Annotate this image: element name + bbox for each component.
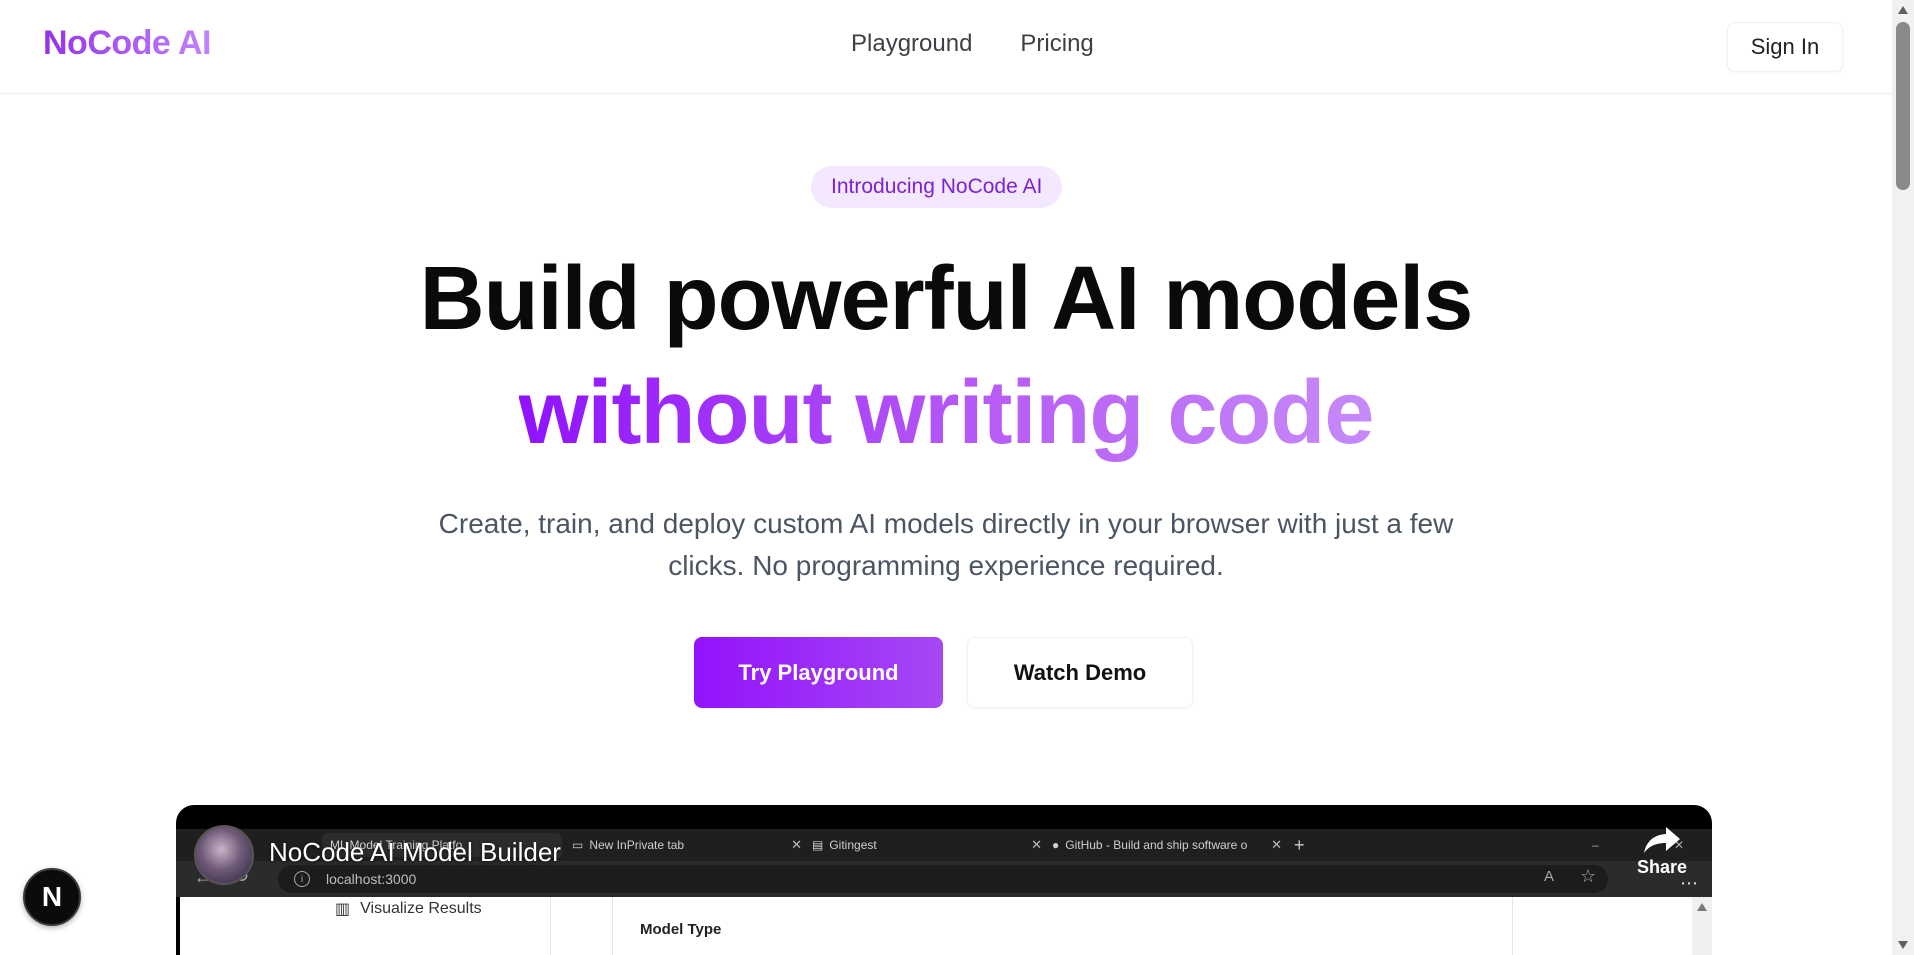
info-icon: i: [294, 871, 310, 887]
share-button[interactable]: Share: [1632, 825, 1692, 878]
hero-title-line1: Build powerful AI models: [419, 249, 1474, 349]
scrollbar-thumb[interactable]: [1896, 22, 1910, 190]
content-divider: [550, 897, 551, 955]
page-icon: ▤: [812, 838, 824, 852]
github-icon: ●: [1052, 838, 1060, 852]
hero-title-gradient-text: without writing code: [518, 363, 1375, 463]
intro-badge: Introducing NoCode AI: [811, 166, 1063, 208]
browser-tab[interactable]: ▤ Gitingest ✕: [812, 833, 1042, 857]
try-playground-button[interactable]: Try Playground: [694, 637, 943, 708]
nav-link-pricing[interactable]: Pricing: [1020, 30, 1093, 58]
hero-title-line2: without writing code: [0, 362, 1892, 465]
tab-label: New InPrivate tab: [589, 838, 685, 852]
close-tab-icon[interactable]: ✕: [1031, 837, 1042, 853]
scroll-up-icon[interactable]: [1898, 6, 1908, 14]
browser-page-content: ▥ Visualize Results Model Type: [180, 897, 1692, 955]
page-scrollbar[interactable]: [1892, 0, 1914, 955]
inprivate-tab-icon: ▭: [572, 838, 584, 852]
video-title[interactable]: NoCode AI Model Builder: [269, 837, 561, 868]
bar-chart-icon: ▥: [335, 901, 351, 918]
sidebar-item-visualize-results[interactable]: ▥ Visualize Results: [335, 899, 482, 919]
new-tab-icon[interactable]: +: [1294, 833, 1318, 857]
tab-label: GitHub - Build and ship software o: [1065, 838, 1248, 852]
minimize-icon[interactable]: –: [1592, 833, 1612, 857]
scroll-up-icon: [1697, 903, 1707, 911]
browser-tab[interactable]: ● GitHub - Build and ship software o ✕: [1052, 833, 1282, 857]
nextjs-dev-badge[interactable]: N: [23, 868, 81, 926]
close-tab-icon[interactable]: ✕: [791, 837, 802, 853]
content-divider: [612, 897, 613, 955]
more-options-icon[interactable]: ⋯: [1680, 873, 1698, 894]
browser-tab[interactable]: ▭ New InPrivate tab ✕: [572, 833, 802, 857]
read-aloud-icon[interactable]: A: [1544, 868, 1554, 885]
brand-logo[interactable]: NoCode AI: [43, 24, 212, 63]
top-navbar: NoCode AI Playground Pricing Sign In: [0, 0, 1892, 94]
demo-video-embed[interactable]: ML Model Training Platfo ▭ New InPrivate…: [176, 805, 1712, 955]
inner-scrollbar[interactable]: [1692, 897, 1712, 955]
scroll-down-icon[interactable]: [1898, 941, 1908, 949]
url-field[interactable]: i localhost:3000: [278, 865, 1608, 893]
content-divider: [1512, 897, 1513, 955]
sign-in-button[interactable]: Sign In: [1727, 22, 1843, 72]
hero-subtitle: Create, train, and deploy custom AI mode…: [438, 508, 1454, 581]
model-type-label: Model Type: [640, 921, 722, 938]
favorite-star-icon[interactable]: ☆: [1580, 866, 1596, 887]
url-text: localhost:3000: [326, 871, 417, 887]
share-arrow-icon: [1644, 827, 1680, 853]
sidebar-item-label: Visualize Results: [360, 900, 482, 917]
watch-demo-button[interactable]: Watch Demo: [967, 637, 1193, 708]
close-tab-icon[interactable]: ✕: [1271, 837, 1282, 853]
main-nav: Playground Pricing: [851, 30, 1094, 58]
channel-avatar[interactable]: [194, 825, 254, 885]
tab-label: Gitingest: [829, 838, 877, 852]
nav-link-playground[interactable]: Playground: [851, 30, 972, 58]
